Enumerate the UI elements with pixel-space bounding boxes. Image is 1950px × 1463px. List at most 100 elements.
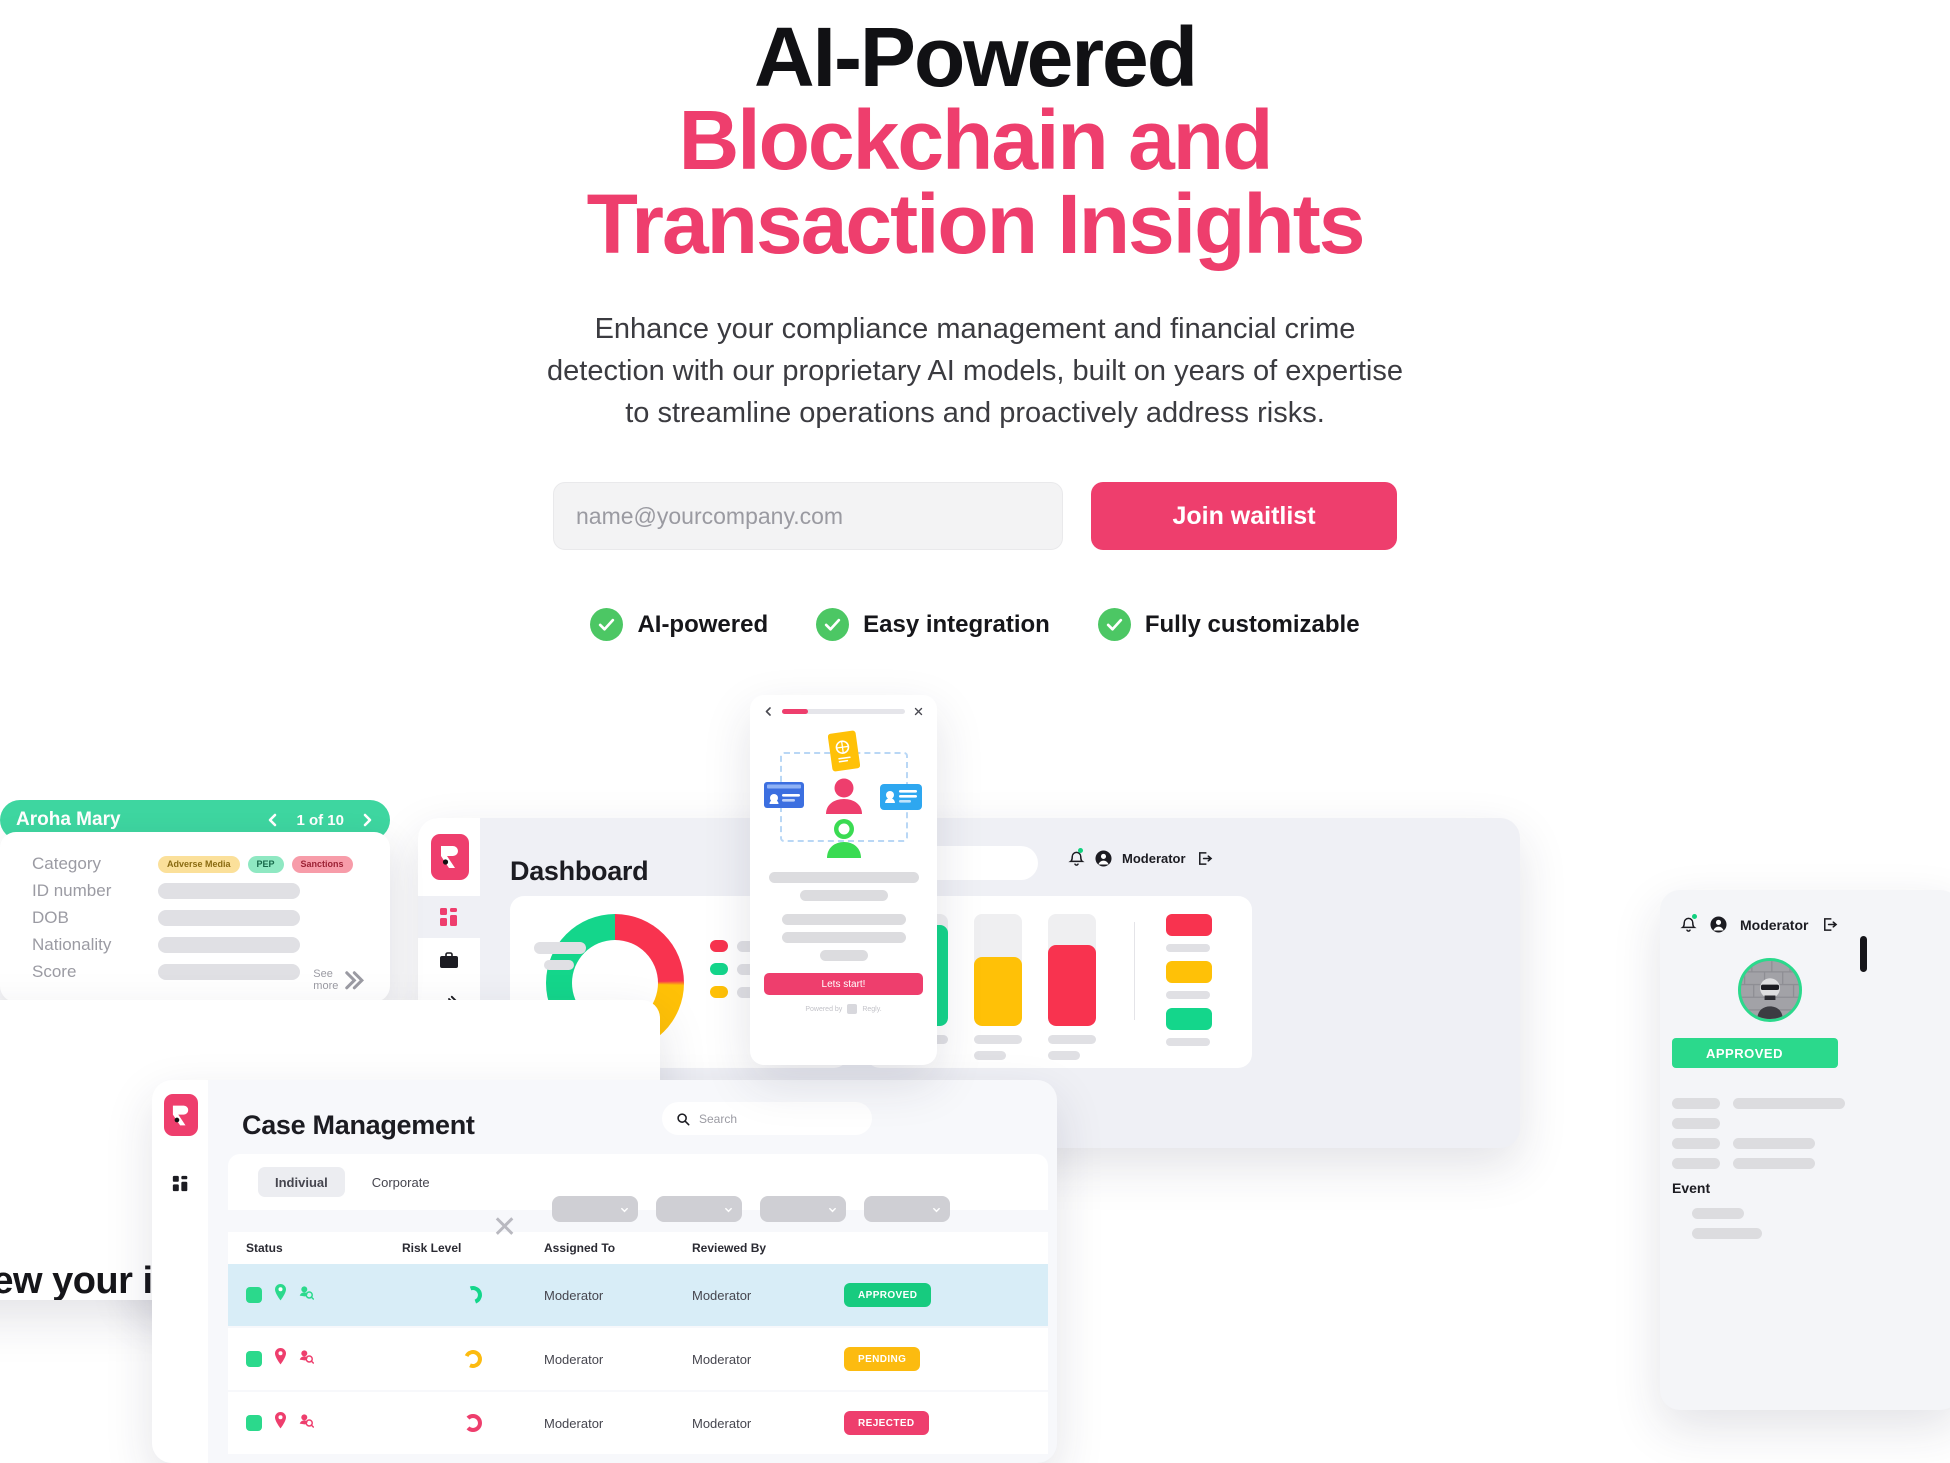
field-value-placeholder bbox=[158, 910, 300, 926]
profile-preview-card: Aroha Mary 1 of 10 Category Adverse Medi… bbox=[0, 800, 390, 1002]
field-label-category: Category bbox=[32, 854, 101, 873]
see-more-link[interactable]: See more bbox=[313, 968, 366, 992]
sidebar-item-dashboard[interactable] bbox=[418, 896, 480, 938]
waitlist-form: Join waitlist bbox=[0, 482, 1950, 551]
bar-label-placeholder bbox=[1048, 1035, 1096, 1044]
screening-search-icon bbox=[299, 1284, 315, 1306]
id-card-icon bbox=[880, 784, 922, 810]
mini-stat-chip bbox=[1166, 1008, 1212, 1030]
filter-dropdown[interactable] bbox=[760, 1196, 846, 1222]
chevron-down-icon bbox=[829, 1207, 836, 1212]
detail-value-placeholder bbox=[1733, 1158, 1815, 1169]
page-title-accent-line2: Transaction Insights bbox=[586, 177, 1366, 272]
hero-section: AI-Powered Blockchain and Transaction In… bbox=[0, 0, 1950, 642]
dashboard-user-area: Moderator bbox=[1068, 850, 1213, 867]
tab-individual[interactable]: Indiviual bbox=[258, 1167, 345, 1197]
landing-page: AI-Powered Blockchain and Transaction In… bbox=[0, 0, 1950, 1463]
profile-detail-placeholders bbox=[1672, 1098, 1845, 1178]
powered-by-label: Powered by bbox=[805, 1005, 843, 1013]
bell-icon[interactable] bbox=[1068, 850, 1085, 867]
bar-sublabel-placeholder bbox=[1048, 1051, 1080, 1060]
chevron-right-icon[interactable] bbox=[360, 813, 374, 827]
notification-dot bbox=[1692, 914, 1697, 919]
check-circle-icon bbox=[1097, 608, 1131, 642]
profile-panel-user-name: Moderator bbox=[1740, 916, 1809, 933]
feature-list: AI-powered Easy integration Fully custom… bbox=[0, 608, 1950, 642]
filter-dropdown[interactable] bbox=[656, 1196, 742, 1222]
legend-swatch bbox=[710, 986, 728, 998]
profile-card-body: Category Adverse Media PEP Sanctions ID … bbox=[0, 832, 390, 1002]
table-row[interactable]: Moderator Moderator APPROVED bbox=[228, 1264, 1048, 1326]
notification-dot bbox=[1078, 848, 1083, 853]
status-badge: REJECTED bbox=[844, 1411, 929, 1435]
tab-corporate[interactable]: Corporate bbox=[355, 1167, 447, 1197]
bar-track bbox=[1048, 914, 1096, 1026]
driving-licence-icon bbox=[764, 782, 804, 808]
kyc-body-placeholder bbox=[819, 950, 868, 961]
feature-item-easy-integration: Easy integration bbox=[816, 608, 1050, 642]
field-label-nationality: Nationality bbox=[32, 935, 112, 954]
filter-dropdown[interactable] bbox=[864, 1196, 950, 1222]
device-bezel bbox=[1860, 936, 1867, 972]
status-swatch bbox=[246, 1287, 262, 1303]
chevron-left-icon[interactable] bbox=[266, 813, 280, 827]
detail-value-placeholder bbox=[1733, 1098, 1845, 1109]
screening-search-icon bbox=[299, 1348, 315, 1370]
bar-track bbox=[974, 914, 1022, 1026]
section-label-event: Event bbox=[1672, 1180, 1711, 1196]
mini-stat-label-placeholder bbox=[1166, 1038, 1210, 1046]
field-label-id-number: ID number bbox=[32, 881, 112, 900]
brand-name: Regly. bbox=[862, 1005, 882, 1013]
kyc-illustration bbox=[764, 730, 924, 860]
sidebar-item-dashboard[interactable] bbox=[152, 1166, 208, 1200]
tag-sanctions: Sanctions bbox=[291, 855, 353, 873]
join-waitlist-button[interactable]: Join waitlist bbox=[1091, 482, 1397, 551]
verified-person-icon bbox=[827, 819, 861, 858]
regly-logo-icon bbox=[847, 1004, 858, 1014]
cell-reviewed-by: Moderator bbox=[692, 1351, 752, 1367]
sidebar-item-cases[interactable] bbox=[418, 940, 480, 982]
field-label-score: Score bbox=[32, 962, 77, 981]
kyc-body-placeholder bbox=[781, 914, 906, 925]
logout-icon[interactable] bbox=[1821, 916, 1838, 933]
feature-item-fully-customizable: Fully customizable bbox=[1097, 608, 1360, 642]
tag-adverse-media: Adverse Media bbox=[158, 855, 240, 873]
profile-panel-header: Moderator bbox=[1680, 916, 1838, 933]
legend-swatch bbox=[710, 963, 728, 975]
detail-label-placeholder bbox=[1672, 1118, 1720, 1129]
logout-icon[interactable] bbox=[1196, 850, 1213, 867]
filter-dropdown[interactable] bbox=[552, 1196, 638, 1222]
close-icon[interactable]: ✕ bbox=[492, 1210, 517, 1245]
avatar-icon[interactable] bbox=[1095, 850, 1112, 867]
powered-by-footer: Powered by Regly. bbox=[764, 1004, 923, 1014]
column-header-reviewed-by: Reviewed By bbox=[692, 1241, 767, 1255]
mini-stat-label-placeholder bbox=[1166, 944, 1210, 952]
chevron-left-icon[interactable] bbox=[764, 707, 773, 716]
case-search-input[interactable]: Search bbox=[662, 1102, 872, 1135]
table-row[interactable]: Moderator Moderator PENDING bbox=[228, 1328, 1048, 1390]
kyc-modal-header bbox=[764, 707, 923, 716]
avatar-icon[interactable] bbox=[1710, 916, 1727, 933]
check-circle-icon bbox=[816, 608, 850, 642]
hero-subtitle: Enhance your compliance management and f… bbox=[547, 313, 1403, 430]
risk-level-gauge bbox=[461, 1347, 485, 1371]
table-row[interactable]: Moderator Moderator REJECTED bbox=[228, 1392, 1048, 1454]
chevron-double-right-icon bbox=[345, 970, 365, 990]
avatar bbox=[1738, 958, 1802, 1022]
dashboard-user-name: Moderator bbox=[1122, 851, 1186, 866]
profile-detail-panel: Moderator APPROVED Event bbox=[1660, 890, 1950, 1410]
bar-sublabel-placeholder bbox=[974, 1051, 1006, 1060]
cell-reviewed-by: Moderator bbox=[692, 1415, 752, 1431]
bar-fill bbox=[974, 956, 1022, 1026]
close-icon[interactable] bbox=[914, 707, 923, 716]
cell-assigned-to: Moderator bbox=[544, 1351, 604, 1367]
profile-field-grid: Category Adverse Media PEP Sanctions ID … bbox=[32, 854, 364, 982]
search-icon bbox=[677, 1112, 690, 1125]
bar-fill bbox=[1048, 945, 1096, 1026]
detail-row bbox=[1672, 1138, 1845, 1149]
see-more-label: See more bbox=[313, 968, 339, 992]
lets-start-button[interactable]: Lets start! bbox=[764, 973, 923, 995]
screening-search-icon bbox=[299, 1412, 315, 1434]
email-field[interactable] bbox=[553, 482, 1063, 551]
case-management-window: Case Management Search Indiviual Corpora… bbox=[152, 1080, 1057, 1463]
